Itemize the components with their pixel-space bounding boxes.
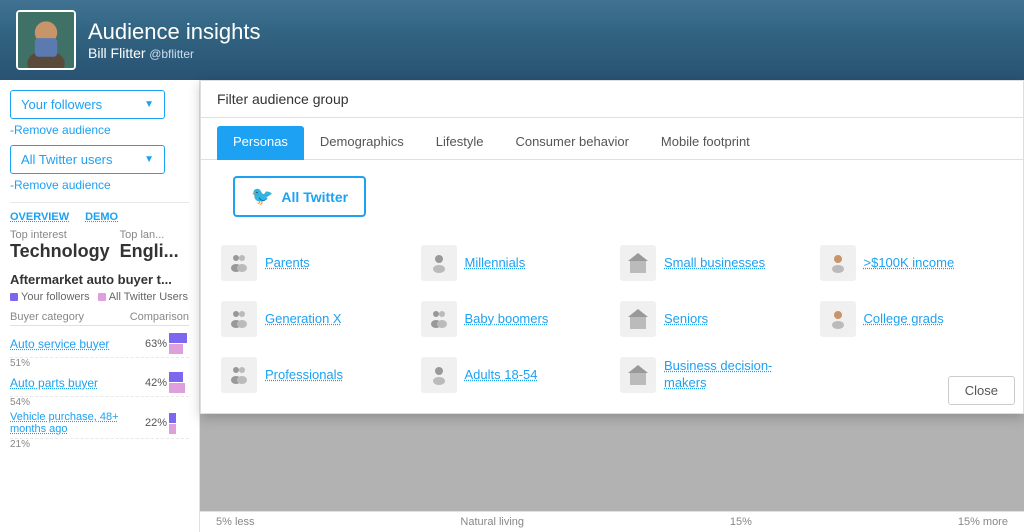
chevron-down-icon: ▼ [144,99,154,110]
seniors-icon [620,301,656,337]
persona-label-adults-18-54: Adults 18-54 [465,367,538,384]
chart-legend: Your followers All Twitter Users [10,291,189,303]
table-row: Auto service buyer 63% [10,330,189,358]
persona-millennials[interactable]: Millennials [417,241,609,285]
chart-section-title: Aftermarket auto buyer t... [10,272,189,287]
bar-1 [169,333,189,354]
tab-overview[interactable]: OVERVIEW [10,211,69,223]
audience-dropdown-1[interactable]: Your followers ▼ [10,90,165,119]
personas-grid: Parents Millennials Small businesses [201,225,1023,413]
tab-consumer-behavior[interactable]: Consumer behavior [499,126,644,160]
legend-all-twitter: All Twitter Users [98,291,188,303]
filter-popup: Filter audience group Personas Demograph… [200,80,1024,414]
table-row: Vehicle purchase, 48+ months ago 22% [10,408,189,439]
overview-section: OVERVIEW DEMO Top interest Technology To… [10,202,189,262]
bottom-stat-mid: Natural living [460,516,524,528]
millennials-icon [421,245,457,281]
table-row: Auto parts buyer 42% [10,369,189,397]
tab-demo[interactable]: DEMO [85,211,118,223]
adults-18-54-icon [421,357,457,393]
top-interest-value: Technology [10,241,110,262]
top-lang-value: Engli... [120,241,179,262]
bottom-stat-right1: 15% [730,516,752,528]
avatar [16,10,76,70]
persona-seniors[interactable]: Seniors [616,297,808,341]
persona-baby-boomers[interactable]: Baby boomers [417,297,609,341]
persona-high-income[interactable]: >$100K income [816,241,1008,285]
popup-tabs: Personas Demographics Lifestyle Consumer… [201,118,1023,160]
persona-professionals[interactable]: Professionals [217,353,409,397]
tab-demographics[interactable]: Demographics [304,126,420,160]
persona-small-businesses[interactable]: Small businesses [616,241,808,285]
remove-audience-1[interactable]: -Remove audience [10,123,189,137]
row-label-3[interactable]: Vehicle purchase, 48+ months ago [10,411,137,435]
all-twitter-button[interactable]: 🐦 All Twitter [233,176,366,217]
bar-2 [169,372,189,393]
chevron-down-icon-2: ▼ [144,154,154,165]
persona-label-college-grads: College grads [864,311,944,328]
persona-label-high-income: >$100K income [864,255,955,272]
persona-label-generation-x: Generation X [265,311,342,328]
persona-adults-18-54[interactable]: Adults 18-54 [417,353,609,397]
legend-followers: Your followers [10,291,90,303]
all-twitter-label: All Twitter [281,189,348,205]
persona-label-parents: Parents [265,255,310,272]
tab-mobile-footprint[interactable]: Mobile footprint [645,126,766,160]
persona-label-biz-decision-makers: Business decision-makers [664,358,804,392]
persona-label-millennials: Millennials [465,255,526,272]
bottom-stats-bar: 5% less Natural living 15% 15% more [200,511,1024,532]
persona-college-grads[interactable]: College grads [816,297,1008,341]
row-pct-2a: 42% [137,377,167,389]
bottom-stat-left: 5% less [216,516,255,528]
legend-dot-followers [10,293,18,301]
generation-x-icon [221,301,257,337]
bar-3 [169,413,189,434]
left-panel: Your followers ▼ -Remove audience All Tw… [0,80,200,532]
row-pct-1a: 63% [137,338,167,350]
twitter-bird-icon: 🐦 [251,186,273,207]
college-grads-icon [820,301,856,337]
bottom-stat-right2: 15% more [958,516,1008,528]
professionals-icon [221,357,257,393]
persona-generation-x[interactable]: Generation X [217,297,409,341]
popup-header: Filter audience group [201,81,1023,118]
persona-label-professionals: Professionals [265,367,343,384]
persona-biz-decision-makers[interactable]: Business decision-makers [616,353,808,397]
legend-dot-all-twitter [98,293,106,301]
persona-label-seniors: Seniors [664,311,708,328]
persona-parents[interactable]: Parents [217,241,409,285]
row-label-1[interactable]: Auto service buyer [10,337,137,351]
baby-boomers-icon [421,301,457,337]
high-income-icon [820,245,856,281]
all-twitter-container: 🐦 All Twitter [201,160,1023,225]
biz-decision-makers-icon [620,357,656,393]
header: Audience insights Bill Flitter @bflitter [0,0,1024,80]
right-panel: Country: United States Persona: All Twit… [200,80,1024,532]
persona-label-small-businesses: Small businesses [664,255,765,272]
page-title: Audience insights [88,19,260,45]
parents-icon [221,245,257,281]
overview-stats: Top interest Technology Top lan... Engli… [10,229,189,262]
row-pct-3a: 22% [137,417,167,429]
persona-label-baby-boomers: Baby boomers [465,311,549,328]
row-label-2[interactable]: Auto parts buyer [10,376,137,390]
tab-lifestyle[interactable]: Lifestyle [420,126,500,160]
top-interest-label: Top interest [10,229,110,241]
remove-audience-2[interactable]: -Remove audience [10,178,189,192]
audience-dropdown-2[interactable]: All Twitter users ▼ [10,145,165,174]
tab-personas[interactable]: Personas [217,126,304,160]
header-info: Audience insights Bill Flitter @bflitter [88,19,260,61]
overview-tabs: OVERVIEW DEMO [10,211,189,223]
user-handle: @bflitter [149,47,194,61]
small-businesses-icon [620,245,656,281]
close-button[interactable]: Close [948,376,1015,405]
user-name: Bill Flitter [88,45,146,61]
table-header: Buyer category Comparison [10,309,189,326]
top-lang-label: Top lan... [120,229,179,241]
main-area: Your followers ▼ -Remove audience All Tw… [0,80,1024,532]
